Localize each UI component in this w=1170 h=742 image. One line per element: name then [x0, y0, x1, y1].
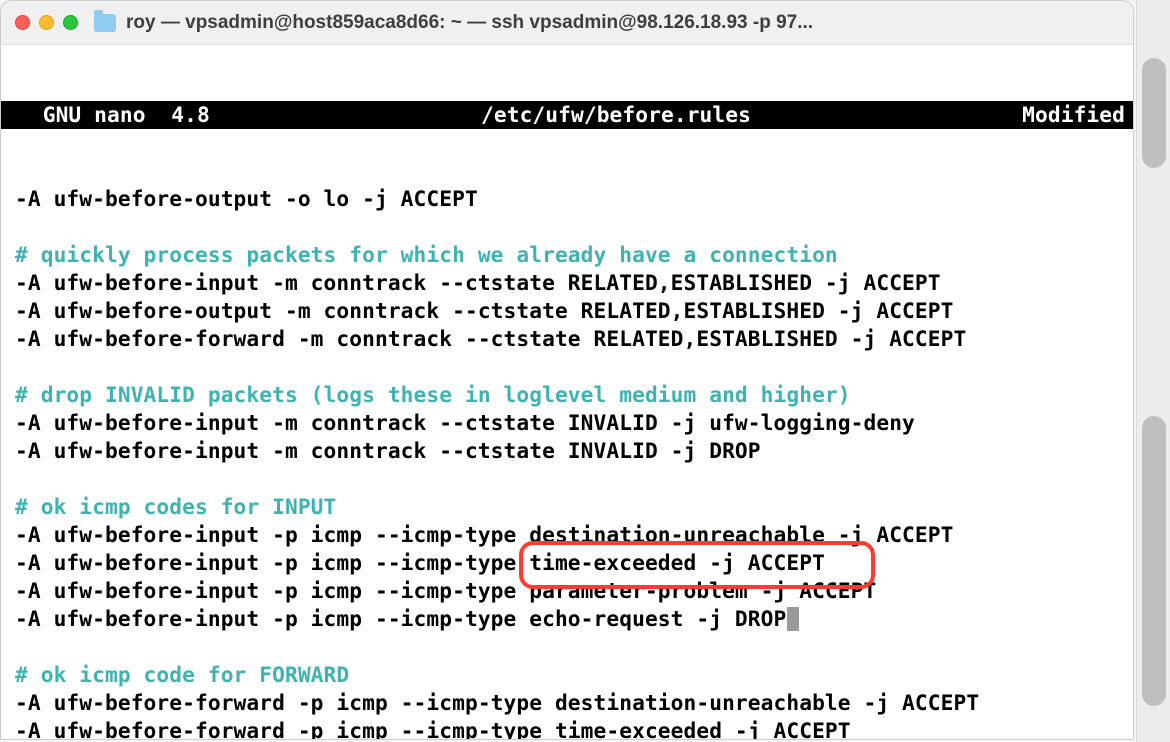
editor-line: # ok icmp code for FORWARD	[15, 661, 1133, 689]
window-titlebar: roy — vpsadmin@host859aca8d66: ~ — ssh v…	[1, 1, 1133, 45]
close-icon[interactable]	[15, 15, 30, 30]
maximize-icon[interactable]	[63, 15, 78, 30]
editor-line	[15, 353, 1133, 381]
scrollbar-thumb[interactable]	[1142, 416, 1166, 706]
editor-line: -A ufw-before-input -m conntrack --ctsta…	[15, 409, 1133, 437]
nano-program: GNU nano 4.8	[17, 101, 210, 129]
scrollbar-thumb[interactable]	[1142, 58, 1166, 168]
nano-status-bar: GNU nano 4.8 /etc/ufw/before.rules Modif…	[1, 101, 1133, 129]
window-title: roy — vpsadmin@host859aca8d66: ~ — ssh v…	[126, 12, 1119, 34]
editor-line: # drop INVALID packets (logs these in lo…	[15, 381, 1133, 409]
editor-line: -A ufw-before-output -o lo -j ACCEPT	[15, 185, 1133, 213]
nano-modified: Modified	[1022, 101, 1125, 129]
scrollbar-track[interactable]	[1136, 0, 1170, 742]
editor-line: # ok icmp codes for INPUT	[15, 493, 1133, 521]
editor-line: -A ufw-before-input -m conntrack --ctsta…	[15, 437, 1133, 465]
text-cursor	[787, 607, 799, 631]
editor-line: -A ufw-before-input -p icmp --icmp-type …	[15, 549, 1133, 577]
editor-line	[15, 465, 1133, 493]
editor-line: -A ufw-before-input -p icmp --icmp-type …	[15, 521, 1133, 549]
editor-line: -A ufw-before-output -m conntrack --ctst…	[15, 297, 1133, 325]
terminal-area[interactable]: GNU nano 4.8 /etc/ufw/before.rules Modif…	[1, 45, 1133, 740]
editor-line: -A ufw-before-input -p icmp --icmp-type …	[15, 605, 1133, 633]
editor-line: -A ufw-before-input -p icmp --icmp-type …	[15, 577, 1133, 605]
editor-line	[15, 213, 1133, 241]
editor-line: # quickly process packets for which we a…	[15, 241, 1133, 269]
editor-line: -A ufw-before-forward -p icmp --icmp-typ…	[15, 689, 1133, 717]
nano-filename: /etc/ufw/before.rules	[210, 101, 1022, 129]
terminal-window: roy — vpsadmin@host859aca8d66: ~ — ssh v…	[0, 0, 1134, 740]
minimize-icon[interactable]	[39, 15, 54, 30]
editor-content[interactable]: -A ufw-before-output -o lo -j ACCEPT # qu…	[1, 185, 1133, 740]
editor-line: -A ufw-before-forward -m conntrack --cts…	[15, 325, 1133, 353]
editor-line	[15, 633, 1133, 661]
folder-icon	[94, 14, 116, 32]
editor-line: -A ufw-before-forward -p icmp --icmp-typ…	[15, 717, 1133, 740]
editor-line: -A ufw-before-input -m conntrack --ctsta…	[15, 269, 1133, 297]
traffic-lights	[15, 15, 78, 30]
